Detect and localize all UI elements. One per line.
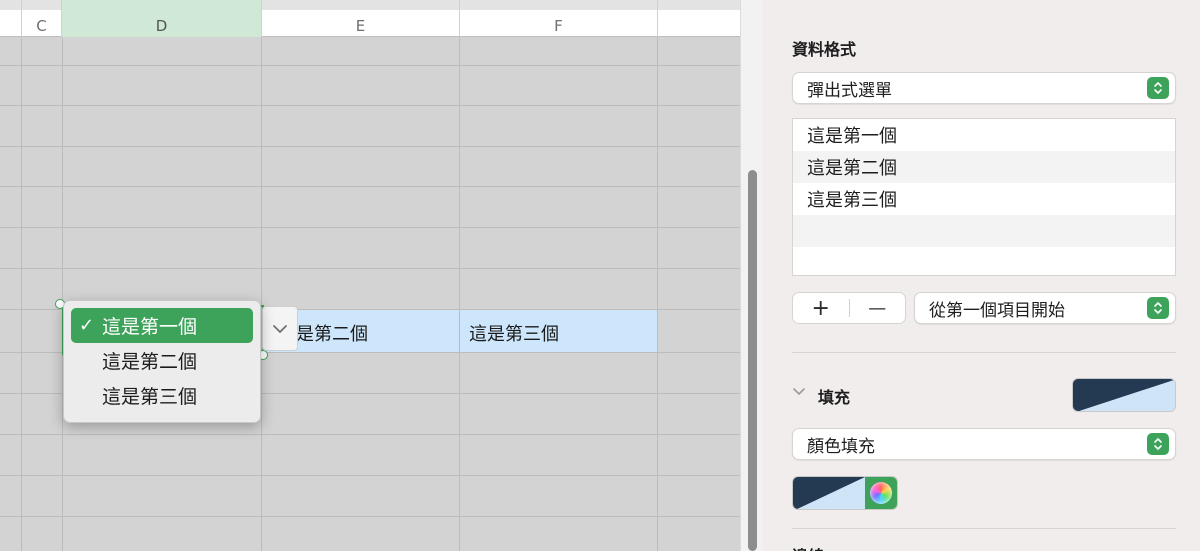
disclosure-chevron-icon[interactable] — [792, 387, 806, 397]
section-divider — [792, 528, 1176, 529]
border-heading[interactable]: 邊線 — [792, 543, 824, 551]
fill-type-select-value: 顏色填充 — [807, 436, 875, 457]
grid-hline — [0, 516, 740, 517]
up-down-stepper-icon — [1147, 433, 1169, 455]
grid-vline — [261, 37, 262, 551]
fill-heading[interactable]: 填充 — [818, 384, 850, 408]
list-item[interactable]: 這是第三個 — [793, 183, 1175, 215]
popup-item-third[interactable]: 這是第三個 — [71, 378, 253, 413]
color-well[interactable] — [792, 476, 898, 510]
checkmark-icon: ✓ — [79, 315, 95, 336]
fill-type-select[interactable]: 顏色填充 — [792, 428, 1176, 460]
column-header-f[interactable]: F — [460, 0, 658, 37]
column-header-c[interactable]: C — [22, 0, 62, 37]
vertical-scrollbar[interactable] — [740, 0, 762, 551]
section-divider — [792, 352, 1176, 353]
grid-vline — [459, 37, 460, 551]
chevron-down-icon — [273, 324, 287, 333]
column-header-g[interactable] — [658, 0, 740, 37]
format-sidebar: 資料格式 彈出式選單 這是第一個 這是第二個 這是第三個 + — 從第一個項目開… — [762, 0, 1200, 551]
grid-vline — [62, 37, 63, 551]
popup-item-label: 這是第三個 — [102, 386, 198, 408]
grid-hline — [0, 65, 740, 66]
up-down-stepper-icon — [1147, 77, 1169, 99]
grid-hline — [0, 146, 740, 147]
add-remove-control: + — — [792, 292, 906, 324]
up-down-stepper-icon — [1147, 297, 1169, 319]
color-wheel-icon — [870, 482, 892, 504]
popup-item-label: 這是第二個 — [102, 351, 198, 373]
add-item-button[interactable]: + — [793, 293, 849, 323]
data-format-heading: 資料格式 — [792, 40, 857, 59]
color-picker-button[interactable] — [865, 477, 897, 509]
popup-item-label: 這是第一個 — [102, 316, 198, 338]
grid-hline — [0, 268, 740, 269]
list-item[interactable]: 這是第一個 — [793, 119, 1175, 151]
popup-item-first[interactable]: ✓ 這是第一個 — [71, 308, 253, 343]
popup-menu: ✓ 這是第一個 這是第二個 這是第三個 — [63, 300, 261, 423]
color-well-swatch[interactable] — [793, 477, 865, 509]
popup-items-list[interactable]: 這是第一個 這是第二個 這是第三個 — [792, 118, 1176, 276]
grid-hline — [0, 475, 740, 476]
column-header-d[interactable]: D — [62, 0, 262, 37]
start-item-select[interactable]: 從第一個項目開始 — [914, 292, 1176, 324]
list-item[interactable]: 這是第二個 — [793, 151, 1175, 183]
popup-item-second[interactable]: 這是第二個 — [71, 343, 253, 378]
remove-item-button[interactable]: — — [850, 293, 906, 323]
cell-e-value[interactable]: 是第二個 — [296, 320, 368, 346]
grid-vline — [657, 37, 658, 551]
data-format-select-value: 彈出式選單 — [807, 80, 892, 101]
column-header-b[interactable] — [0, 0, 22, 37]
start-item-select-value: 從第一個項目開始 — [929, 300, 1065, 321]
cell-f-value[interactable]: 這是第三個 — [469, 320, 559, 346]
column-header-bar: C D E F — [0, 0, 740, 37]
grid-hline — [0, 434, 740, 435]
grid-hline — [0, 105, 740, 106]
fill-preview-swatch[interactable] — [1072, 378, 1176, 412]
grid-hline — [0, 186, 740, 187]
spreadsheet-canvas[interactable]: C D E F 是第二個 這是第三個 ✓ 這是第一個 這是第二個 這是第三個 — [0, 0, 740, 551]
cell-popup-button[interactable] — [262, 306, 298, 351]
column-header-e[interactable]: E — [262, 0, 460, 37]
list-item-empty — [793, 215, 1175, 247]
grid-hline — [0, 227, 740, 228]
data-format-select[interactable]: 彈出式選單 — [792, 72, 1176, 104]
grid-vline — [21, 37, 22, 551]
scrollbar-thumb[interactable] — [748, 170, 757, 551]
